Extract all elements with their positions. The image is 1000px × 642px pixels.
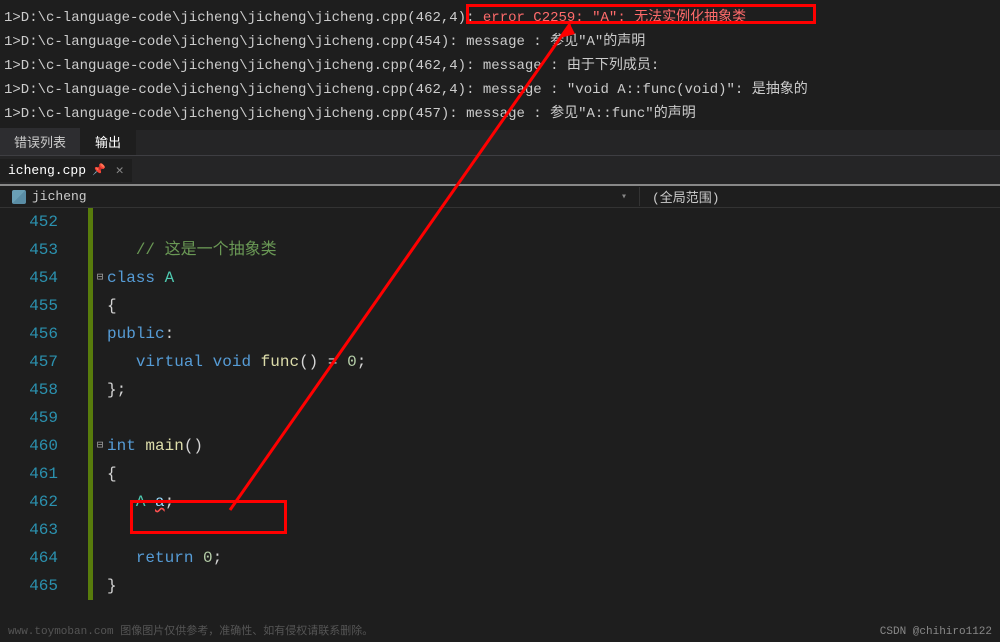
code-line[interactable]: A a;: [107, 488, 1000, 516]
folding-margin: ⊟⊟: [93, 208, 107, 642]
file-tabs-row: icheng.cpp 📌 ✕: [0, 156, 1000, 184]
output-error: error C2259: "A": 无法实例化抽象类: [483, 10, 746, 26]
close-icon[interactable]: ✕: [116, 163, 124, 178]
cpp-project-icon: [12, 190, 26, 204]
code-line[interactable]: [107, 404, 1000, 432]
fold-toggle: [93, 236, 107, 264]
code-line[interactable]: public:: [107, 320, 1000, 348]
code-line[interactable]: [107, 208, 1000, 236]
line-number: 453: [0, 236, 58, 264]
line-number: 460: [0, 432, 58, 460]
line-number: 462: [0, 488, 58, 516]
fold-toggle: [93, 376, 107, 404]
code-line[interactable]: [107, 516, 1000, 544]
fold-toggle: [93, 208, 107, 236]
line-number: 463: [0, 516, 58, 544]
output-line: 1>D:\c-language-code\jicheng\jicheng\jic…: [0, 4, 1000, 28]
line-number: 456: [0, 320, 58, 348]
fold-toggle: [93, 516, 107, 544]
code-line[interactable]: {: [107, 460, 1000, 488]
tab-output[interactable]: 输出: [81, 128, 136, 155]
build-output-panel: 1>D:\c-language-code\jicheng\jicheng\jic…: [0, 0, 1000, 130]
line-number: 454: [0, 264, 58, 292]
marker-margin: [70, 208, 88, 642]
line-number: 457: [0, 348, 58, 376]
breadcrumb-scope-label: (全局范围): [652, 187, 720, 206]
output-line: 1>D:\c-language-code\jicheng\jicheng\jic…: [0, 52, 1000, 76]
line-number-gutter: 4524534544554564574584594604614624634644…: [0, 208, 70, 642]
line-number: 459: [0, 404, 58, 432]
code-line[interactable]: virtual void func() = 0;: [107, 348, 1000, 376]
fold-toggle[interactable]: ⊟: [93, 264, 107, 292]
code-line[interactable]: int main(): [107, 432, 1000, 460]
output-prefix: 1>D:\c-language-code\jicheng\jicheng\jic…: [4, 10, 483, 26]
code-editor[interactable]: 4524534544554564574584594604614624634644…: [0, 208, 1000, 642]
code-line[interactable]: class A: [107, 264, 1000, 292]
code-line[interactable]: {: [107, 292, 1000, 320]
output-line: 1>D:\c-language-code\jicheng\jicheng\jic…: [0, 76, 1000, 100]
fold-toggle: [93, 404, 107, 432]
line-number: 461: [0, 460, 58, 488]
line-number: 464: [0, 544, 58, 572]
fold-toggle: [93, 572, 107, 600]
breadcrumb-project-label: jicheng: [32, 189, 87, 204]
code-content[interactable]: // 这是一个抽象类class A{public: virtual void f…: [107, 208, 1000, 642]
pin-icon[interactable]: 📌: [92, 163, 106, 177]
breadcrumb-scope[interactable]: (全局范围): [640, 185, 732, 208]
code-line[interactable]: };: [107, 376, 1000, 404]
fold-toggle: [93, 320, 107, 348]
line-number: 465: [0, 572, 58, 600]
watermark-left: www.toymoban.com 图像图片仅供参考，准确性、如有侵权请联系删除。: [8, 622, 373, 638]
fold-toggle: [93, 348, 107, 376]
line-number: 458: [0, 376, 58, 404]
output-line: 1>D:\c-language-code\jicheng\jicheng\jic…: [0, 28, 1000, 52]
tab-error-list[interactable]: 错误列表: [0, 128, 81, 155]
chevron-down-icon: ▾: [621, 191, 627, 203]
watermark-right: CSDN @chihiro1122: [880, 626, 992, 638]
code-line[interactable]: // 这是一个抽象类: [107, 236, 1000, 264]
fold-toggle[interactable]: ⊟: [93, 432, 107, 460]
code-line[interactable]: return 0;: [107, 544, 1000, 572]
fold-toggle: [93, 488, 107, 516]
file-tab[interactable]: icheng.cpp 📌 ✕: [0, 159, 132, 182]
line-number: 452: [0, 208, 58, 236]
tool-window-tabs: 错误列表 输出: [0, 130, 1000, 156]
fold-toggle: [93, 460, 107, 488]
breadcrumb-bar: jicheng ▾ (全局范围): [0, 184, 1000, 208]
line-number: 455: [0, 292, 58, 320]
fold-toggle: [93, 292, 107, 320]
file-tab-label: icheng.cpp: [8, 163, 86, 178]
output-line: 1>D:\c-language-code\jicheng\jicheng\jic…: [0, 100, 1000, 124]
breadcrumb-project[interactable]: jicheng ▾: [0, 187, 640, 206]
fold-toggle: [93, 544, 107, 572]
code-line[interactable]: }: [107, 572, 1000, 600]
